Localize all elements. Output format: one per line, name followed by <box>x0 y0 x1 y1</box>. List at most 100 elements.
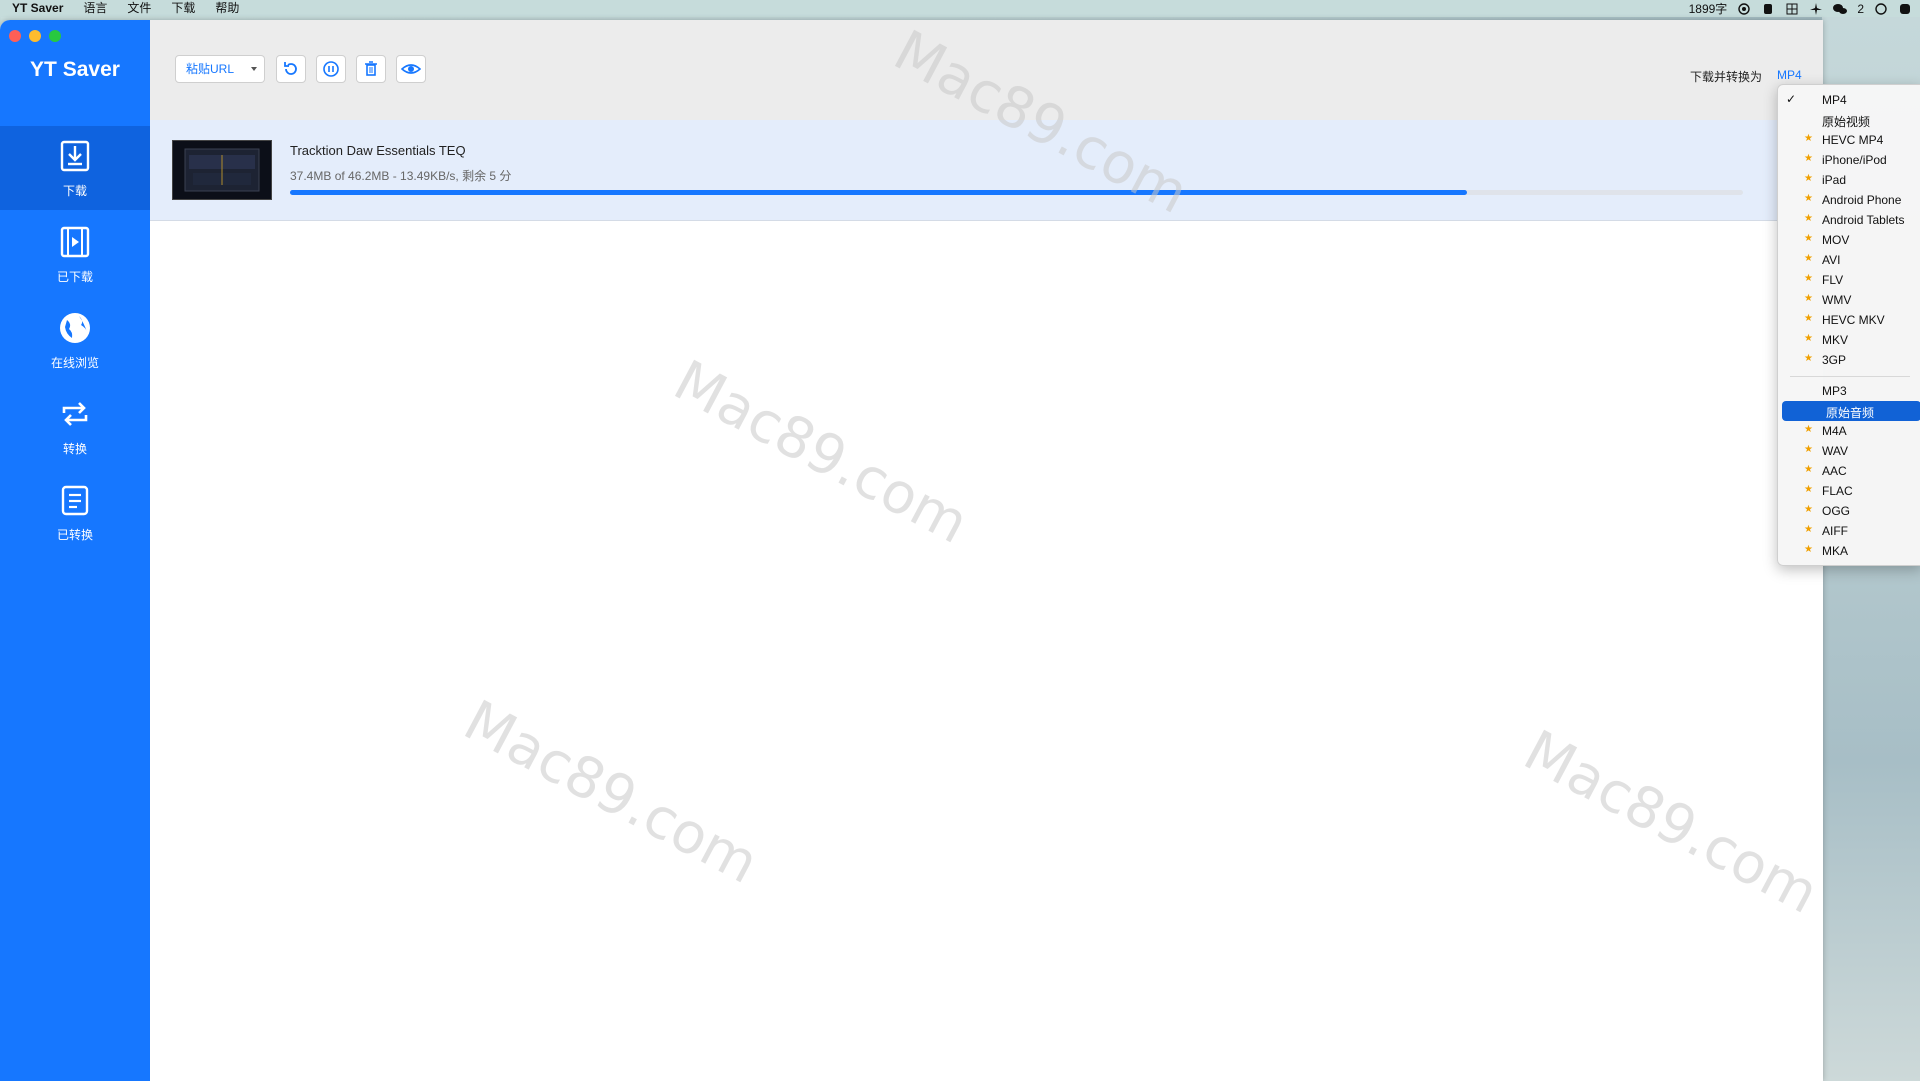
pause-button[interactable] <box>316 55 346 83</box>
star-icon: ★ <box>1804 273 1813 284</box>
format-option-label: FLAC <box>1822 484 1853 498</box>
star-icon: ★ <box>1804 213 1813 224</box>
download-item[interactable]: Tracktion Daw Essentials TEQ 37.4MB of 4… <box>150 120 1823 221</box>
format-option[interactable]: 原始视频 <box>1778 110 1920 130</box>
star-icon: ★ <box>1804 253 1813 264</box>
menu-help[interactable]: 帮助 <box>205 0 249 17</box>
microphone-icon[interactable] <box>1761 3 1775 15</box>
menu-file[interactable]: 文件 <box>117 0 161 17</box>
sidebar-item-label: 转换 <box>62 442 87 456</box>
sidebar-item-converted[interactable]: 已转换 <box>0 470 150 554</box>
format-option-label: 原始视频 <box>1822 115 1871 129</box>
star-icon: ★ <box>1804 524 1813 535</box>
video-thumbnail <box>172 140 272 200</box>
menu-language[interactable]: 语言 <box>73 0 117 17</box>
star-icon: ★ <box>1804 233 1813 244</box>
format-option[interactable]: MP3 <box>1778 381 1920 401</box>
menu-download[interactable]: 下载 <box>161 0 205 17</box>
wechat-badge: 2 <box>1857 1 1864 16</box>
format-option-label: OGG <box>1822 504 1851 518</box>
grid-icon[interactable] <box>1785 3 1799 15</box>
sidebar-item-download[interactable]: 下载 <box>0 126 150 210</box>
format-option-label: 3GP <box>1822 353 1847 367</box>
format-option[interactable]: ★ HEVC MKV <box>1778 310 1920 330</box>
film-icon <box>60 226 90 258</box>
format-option-label: FLV <box>1822 273 1844 287</box>
format-option[interactable]: ✓ MP4 <box>1778 90 1920 110</box>
star-icon: ★ <box>1804 464 1813 475</box>
menu-app-name[interactable]: YT Saver <box>0 0 73 17</box>
format-option[interactable]: ★ Android Tablets <box>1778 210 1920 230</box>
download-icon <box>60 140 90 172</box>
sidebar: YT Saver 下载 已下载 在线浏览 转换 已转换 <box>0 20 150 1081</box>
sidebar-item-browse-online[interactable]: 在线浏览 <box>0 298 150 382</box>
macos-menu-bar: YT Saver 语言 文件 下载 帮助 1899字 2 <box>0 0 1920 17</box>
airplane-icon[interactable] <box>1809 2 1823 15</box>
format-option[interactable]: ★ AVI <box>1778 250 1920 270</box>
format-option[interactable]: ★ MOV <box>1778 230 1920 250</box>
format-option[interactable]: ★ HEVC MP4 <box>1778 130 1920 150</box>
app-window: YT Saver 下载 已下载 在线浏览 转换 已转换 粘贴URL 下载并转换为… <box>0 20 1823 1081</box>
sidebar-item-label: 下载 <box>62 184 87 198</box>
convert-icon <box>62 402 88 426</box>
wechat-icon[interactable] <box>1833 3 1848 15</box>
format-option[interactable]: ★ AAC <box>1778 461 1920 481</box>
format-option-label: MKA <box>1822 544 1849 558</box>
format-option-label: MOV <box>1822 233 1850 247</box>
delete-button[interactable] <box>356 55 386 83</box>
format-option[interactable]: ★ 3GP <box>1778 350 1920 370</box>
star-icon: ★ <box>1804 333 1813 344</box>
format-option[interactable]: ★ WMV <box>1778 290 1920 310</box>
zoom-window-button[interactable] <box>49 30 61 42</box>
format-option[interactable]: ★ WAV <box>1778 441 1920 461</box>
star-icon: ★ <box>1804 353 1813 364</box>
sidebar-item-label: 已下载 <box>56 270 93 284</box>
format-option-label: AAC <box>1822 464 1847 478</box>
star-icon: ★ <box>1804 424 1813 435</box>
format-option[interactable]: 原始音频 <box>1782 401 1920 421</box>
format-option-label: MP3 <box>1822 384 1847 398</box>
sidebar-item-label: 已转换 <box>56 528 93 542</box>
star-icon: ★ <box>1804 313 1813 324</box>
cloud-icon[interactable] <box>1874 2 1888 15</box>
close-window-button[interactable] <box>9 30 21 42</box>
star-icon: ★ <box>1804 133 1813 144</box>
format-option[interactable]: ★ M4A <box>1778 421 1920 441</box>
menu-separator <box>1790 376 1910 377</box>
menu-bar-tray: 1899字 2 <box>1689 0 1912 17</box>
star-icon: ★ <box>1804 173 1813 184</box>
paste-url-button[interactable]: 粘贴URL <box>175 55 245 83</box>
star-icon: ★ <box>1804 484 1813 495</box>
convert-format-selector[interactable]: MP4 <box>1777 68 1802 82</box>
star-icon: ★ <box>1804 544 1813 555</box>
minimize-window-button[interactable] <box>29 30 41 42</box>
format-option[interactable]: ★ iPhone/iPod <box>1778 150 1920 170</box>
sidebar-item-convert[interactable]: 转换 <box>0 384 150 468</box>
download-progress-bar <box>290 190 1743 195</box>
preview-button[interactable] <box>396 55 426 83</box>
checkmark-icon: ✓ <box>1786 92 1797 106</box>
record-icon[interactable] <box>1737 2 1751 15</box>
document-list-icon <box>61 485 89 516</box>
format-option-label: HEVC MKV <box>1822 313 1885 327</box>
format-option[interactable]: ★ OGG <box>1778 501 1920 521</box>
format-option[interactable]: ★ FLAC <box>1778 481 1920 501</box>
format-option-label: iPhone/iPod <box>1822 153 1887 167</box>
word-count-status[interactable]: 1899字 <box>1689 0 1728 17</box>
star-icon: ★ <box>1804 153 1813 164</box>
format-option[interactable]: ★ MKV <box>1778 330 1920 350</box>
format-option[interactable]: ★ Android Phone <box>1778 190 1920 210</box>
star-icon: ★ <box>1804 193 1813 204</box>
format-option[interactable]: ★ iPad <box>1778 170 1920 190</box>
convert-format-label: 下载并转换为 <box>1690 70 1763 84</box>
sidebar-item-downloaded[interactable]: 已下载 <box>0 212 150 296</box>
star-icon: ★ <box>1804 293 1813 304</box>
format-option[interactable]: ★ FLV <box>1778 270 1920 290</box>
format-option[interactable]: ★ MKA <box>1778 541 1920 561</box>
resume-button[interactable] <box>276 55 306 83</box>
trash-icon <box>365 61 377 76</box>
control-center-icon[interactable] <box>1898 3 1912 15</box>
format-option[interactable]: ★ AIFF <box>1778 521 1920 541</box>
paste-url-dropdown[interactable] <box>244 55 265 83</box>
globe-icon <box>60 313 90 343</box>
